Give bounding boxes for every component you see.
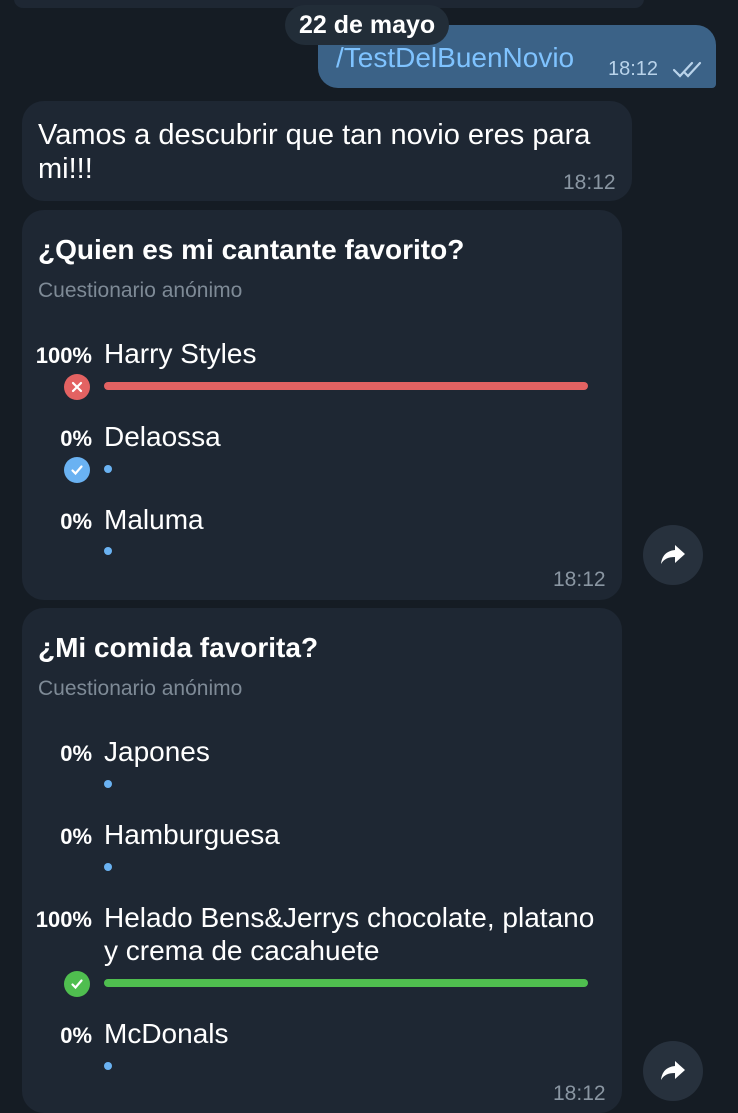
poll-option-label: Hamburguesa: [104, 819, 280, 850]
poll-option-label: Delaossa: [104, 421, 221, 452]
option-result-dot: [104, 1062, 112, 1070]
message-time: 18:12: [608, 58, 659, 80]
option-percentage: 0%: [60, 741, 92, 766]
option-percentage: 0%: [60, 1023, 92, 1048]
message-text: Vamos a descubrir que tan novio eres par…: [38, 119, 591, 185]
option-percentage: 100%: [35, 907, 92, 932]
option-percentage: 0%: [60, 426, 92, 451]
message-time: 18:12: [553, 1082, 606, 1105]
option-result-dot: [104, 780, 112, 788]
option-result-bar: [104, 382, 588, 390]
poll-option-label: Harry Styles: [104, 338, 257, 369]
x-circle-icon: [64, 374, 90, 400]
option-percentage: 0%: [60, 824, 92, 849]
share-arrow-icon: [661, 1061, 685, 1080]
poll-option-label: McDonals: [104, 1018, 229, 1049]
share-button[interactable]: [643, 1041, 703, 1101]
poll-type-label: Cuestionario anónimo: [38, 677, 243, 700]
quiz-poll-card[interactable]: [22, 210, 622, 600]
check-circle-icon: [64, 971, 90, 997]
bot-command-link[interactable]: /TestDelBuenNovio: [336, 42, 574, 74]
message-time: 18:12: [553, 568, 606, 591]
poll-option-label: Maluma: [104, 504, 204, 535]
option-result-dot: [104, 547, 112, 555]
date-separator: 22 de mayo: [285, 5, 450, 45]
option-percentage: 100%: [35, 343, 92, 368]
option-percentage: 0%: [60, 509, 92, 534]
check-circle-icon: [64, 457, 90, 483]
poll-type-label: Cuestionario anónimo: [38, 279, 243, 302]
poll-question: ¿Mi comida favorita?: [38, 632, 319, 663]
poll-option-label: Japones: [104, 736, 210, 767]
option-result-dot: [104, 465, 112, 473]
double-check-icon: [672, 61, 702, 78]
poll-option-label: Helado Bens&Jerrys chocolate, platano y …: [104, 902, 595, 966]
message-time: 18:12: [563, 171, 616, 194]
share-arrow-icon: [661, 545, 685, 564]
option-result-bar: [104, 979, 588, 987]
share-button[interactable]: [643, 525, 703, 585]
option-result-dot: [104, 863, 112, 871]
poll-question: ¿Quien es mi cantante favorito?: [38, 234, 465, 265]
